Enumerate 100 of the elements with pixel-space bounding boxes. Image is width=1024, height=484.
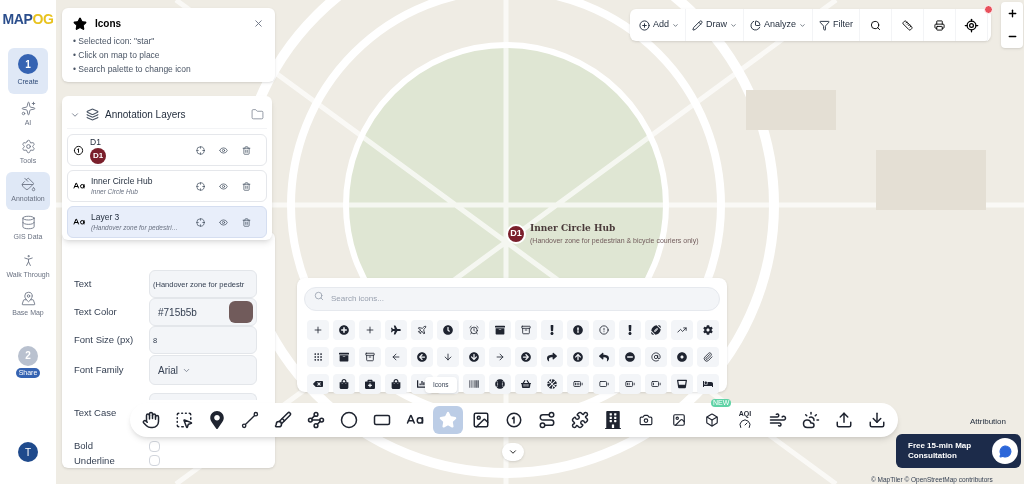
close-icon[interactable] xyxy=(253,18,264,29)
map-pin-icon xyxy=(208,411,226,429)
archive-icon xyxy=(339,351,349,362)
palette-icon-button[interactable] xyxy=(645,346,667,367)
layer-row[interactable]: D1 D1 xyxy=(67,134,267,166)
palette-icon-button[interactable] xyxy=(593,346,615,367)
database-icon xyxy=(20,215,36,231)
popup-title: Icons xyxy=(95,17,122,31)
palette-icon-button[interactable] xyxy=(307,373,329,394)
palette-icon-button[interactable] xyxy=(437,319,459,340)
eye-icon[interactable] xyxy=(219,217,228,227)
palette-icon-button[interactable] xyxy=(463,346,485,367)
palette-icon-button[interactable] xyxy=(333,346,355,367)
color-input-field[interactable]: #715b5b xyxy=(149,298,257,326)
palette-icon-button[interactable] xyxy=(671,346,693,367)
attribution-link[interactable]: Attribution xyxy=(970,416,1007,428)
star-icon xyxy=(439,411,457,429)
trash-icon[interactable] xyxy=(242,145,251,155)
palette-icon-button[interactable] xyxy=(411,346,433,367)
locate-icon[interactable] xyxy=(196,217,205,227)
baseball-icon xyxy=(495,378,505,389)
font-family-select[interactable]: Arial xyxy=(149,355,257,386)
reply-arrow-icon xyxy=(599,351,609,362)
toolbar-menu-button[interactable]: Analyze xyxy=(744,9,814,41)
search-field[interactable]: Search icons... xyxy=(304,286,720,311)
text-icon xyxy=(73,180,85,192)
trash-icon[interactable] xyxy=(242,181,251,191)
plus-icon xyxy=(365,324,375,335)
printer-icon xyxy=(934,19,946,31)
image-icon xyxy=(472,411,490,429)
hand-icon xyxy=(142,411,160,429)
gear-icon xyxy=(703,324,713,335)
basket-icon xyxy=(521,378,531,389)
consultation-button[interactable]: Free 15-min Map Consultation xyxy=(896,434,1021,468)
checkbox[interactable] xyxy=(149,455,160,467)
layer-name: Inner Circle Hub xyxy=(91,175,154,187)
arrow-down-icon xyxy=(443,351,453,362)
map-pin-icon xyxy=(20,291,36,307)
palette-icon-button[interactable] xyxy=(567,346,589,367)
eye-icon[interactable] xyxy=(219,181,228,191)
exclamation-icon xyxy=(625,324,635,335)
palette-icon-button[interactable] xyxy=(619,346,641,367)
palette-icon-button[interactable] xyxy=(359,373,381,394)
image-icon xyxy=(672,413,686,427)
layer-name: D1 xyxy=(90,136,102,148)
toolbar-menu-button[interactable]: Add xyxy=(633,9,686,41)
locate-icon[interactable] xyxy=(196,145,205,155)
logo[interactable]: MAPOG xyxy=(2,8,54,30)
palette-icon-button[interactable] xyxy=(489,319,511,340)
palette-icon-button[interactable] xyxy=(541,319,563,340)
palette-icon-button[interactable] xyxy=(567,373,589,394)
user-avatar[interactable]: T xyxy=(18,442,38,462)
sparkles-icon xyxy=(20,101,36,117)
layer-name: Layer 3 xyxy=(91,211,121,223)
color-swatch[interactable] xyxy=(229,301,253,323)
palette-icon-button[interactable] xyxy=(333,373,355,394)
plane-icon xyxy=(417,324,427,335)
grid-dots-icon xyxy=(313,351,323,362)
zoom-in-icon[interactable] xyxy=(1006,8,1018,19)
palette-icon-button[interactable] xyxy=(333,319,355,340)
field-label: Font Size (px) xyxy=(74,332,134,347)
selection-icon xyxy=(175,411,193,429)
palette-icon-button[interactable] xyxy=(541,373,563,394)
brush-icon xyxy=(274,411,292,429)
eye-icon[interactable] xyxy=(219,145,228,155)
palette-icon-button[interactable] xyxy=(515,346,537,367)
palette-icon-button[interactable] xyxy=(645,373,667,394)
wind-icon xyxy=(769,411,787,429)
cube-icon xyxy=(705,413,719,427)
at-sign-icon xyxy=(651,351,661,362)
paperclip-icon xyxy=(703,351,713,362)
palette-icon-button[interactable] xyxy=(385,319,407,340)
palette-icon-button[interactable] xyxy=(593,373,615,394)
palette-icon-button[interactable] xyxy=(671,373,693,394)
toolbar-menu-button[interactable]: Draw xyxy=(686,9,745,41)
building-icon xyxy=(604,411,622,429)
palette-icon-button[interactable] xyxy=(515,373,537,394)
palette-icon-button[interactable] xyxy=(619,373,641,394)
locate-icon[interactable] xyxy=(196,181,205,191)
plus-icon xyxy=(313,324,323,335)
settings-icon xyxy=(20,139,36,155)
bed-icon xyxy=(703,378,713,389)
palette-icon-button[interactable] xyxy=(619,319,641,340)
palette-icon-button[interactable] xyxy=(645,319,667,340)
palette-icon-button[interactable] xyxy=(697,373,719,394)
pie-chart-icon xyxy=(750,19,762,31)
palette-icon-button[interactable] xyxy=(697,319,719,340)
palette-icon-button[interactable] xyxy=(567,319,589,340)
checkbox[interactable] xyxy=(149,440,160,452)
palette-icon-button[interactable] xyxy=(541,346,563,367)
upload-icon xyxy=(835,411,853,429)
palette-icon-button[interactable] xyxy=(489,373,511,394)
share-arrow-icon xyxy=(547,351,557,362)
toolbar-menu-button[interactable]: Filter xyxy=(813,9,861,41)
medical-bag-icon xyxy=(365,378,375,389)
box-icon xyxy=(495,324,505,335)
palette-icon-button[interactable] xyxy=(385,373,407,394)
field-label: Underline xyxy=(74,453,115,468)
alarm-clock-icon xyxy=(469,324,479,335)
trash-icon[interactable] xyxy=(242,217,251,227)
